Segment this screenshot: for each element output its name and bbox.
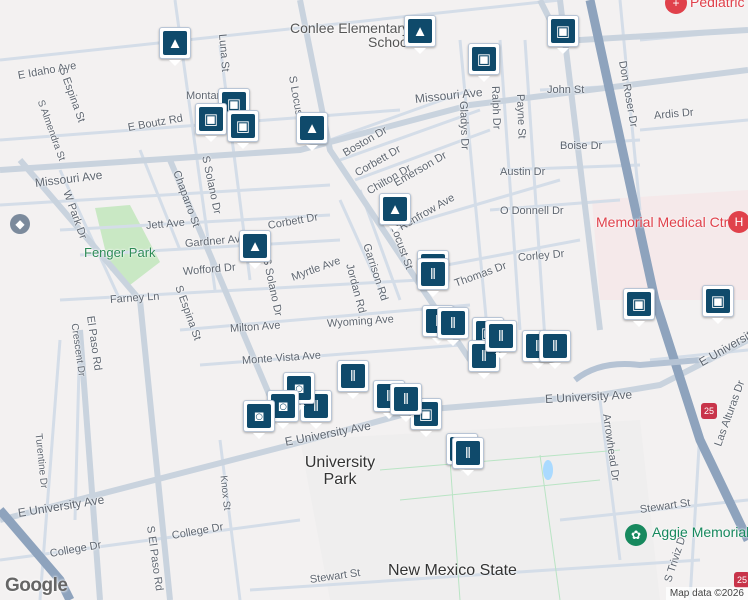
school-marker[interactable]: ▲ xyxy=(296,112,328,151)
restaurant-marker[interactable]: ‖ xyxy=(485,320,517,359)
grocery-marker[interactable]: ▣ xyxy=(195,103,227,142)
shopping-bag-icon: ▣ xyxy=(199,107,223,131)
google-logo[interactable]: Google xyxy=(5,575,68,597)
fenger-park-label[interactable]: Fenger Park xyxy=(84,245,156,260)
interstate-shield-icon: 25 xyxy=(734,572,748,588)
cafe-marker[interactable]: ◙ xyxy=(243,400,275,439)
street-label: Austin Dr xyxy=(500,166,546,178)
nmsu-label: New Mexico State xyxy=(388,562,517,579)
shopping-bag-icon: ▣ xyxy=(706,289,730,313)
fork-knife-icon: ‖ xyxy=(341,364,365,388)
shopping-bag-icon: ▣ xyxy=(231,114,255,138)
graduation-cap-icon: ▲ xyxy=(243,234,267,258)
shopping-bag-icon: ▣ xyxy=(627,292,651,316)
street-label: John St xyxy=(547,84,585,96)
grocery-marker[interactable]: ▣ xyxy=(547,15,579,54)
fork-knife-icon: ‖ xyxy=(489,324,513,348)
grocery-marker[interactable]: ▣ xyxy=(623,288,655,327)
school-marker[interactable]: ▲ xyxy=(404,15,436,54)
coffee-cup-icon: ◙ xyxy=(247,404,271,428)
fork-knife-icon: ‖ xyxy=(456,441,480,465)
street-label: Payne St xyxy=(514,93,528,139)
shopping-bag-icon: ▣ xyxy=(472,47,496,71)
school-marker[interactable]: ▲ xyxy=(159,27,191,66)
interstate-shield-icon: 25 xyxy=(701,403,717,419)
school-marker[interactable]: ▲ xyxy=(379,193,411,232)
fork-knife-icon: ‖ xyxy=(394,387,418,411)
fork-knife-icon: ‖ xyxy=(421,262,445,286)
school-poi-icon[interactable]: ◆ xyxy=(10,214,30,234)
street-label: O Donnell Dr xyxy=(500,205,564,217)
hospital-icon[interactable]: H xyxy=(728,211,748,233)
grocery-marker[interactable]: ▣ xyxy=(468,43,500,82)
graduation-cap-icon: ▲ xyxy=(163,31,187,55)
graduation-cap-icon: ▲ xyxy=(300,116,324,140)
restaurant-marker[interactable]: ‖ xyxy=(452,437,484,476)
aggie-memorial-label[interactable]: Aggie Memorial xyxy=(652,524,748,540)
pond xyxy=(543,460,553,480)
restaurant-marker[interactable]: ‖ xyxy=(437,307,469,346)
memorial-icon[interactable]: ✿ xyxy=(625,524,647,546)
shopping-bag-icon: ▣ xyxy=(551,19,575,43)
street-label: Gladys Dr xyxy=(457,100,471,151)
pediatric-label[interactable]: Pediatric xyxy=(690,0,744,10)
restaurant-marker[interactable]: ‖ xyxy=(539,330,571,369)
graduation-cap-icon: ▲ xyxy=(408,19,432,43)
restaurant-marker[interactable]: ‖ xyxy=(417,258,449,297)
memorial-medical-label[interactable]: Memorial Medical Ctr xyxy=(596,214,728,230)
street-label: Boise Dr xyxy=(560,140,603,152)
restaurant-marker[interactable]: ‖ xyxy=(390,383,422,422)
fork-knife-icon: ‖ xyxy=(543,334,567,358)
school-marker[interactable]: ▲ xyxy=(239,230,271,269)
fork-knife-icon: ‖ xyxy=(441,311,465,335)
university-park-label: University Park xyxy=(304,454,376,488)
grocery-marker[interactable]: ▣ xyxy=(227,110,259,149)
map-attribution[interactable]: Map data ©2026 xyxy=(665,587,748,600)
grocery-marker[interactable]: ▣ xyxy=(702,285,734,324)
street-label: Ralph Dr xyxy=(489,85,503,130)
medical-area xyxy=(592,190,748,300)
restaurant-marker[interactable]: ‖ xyxy=(337,360,369,399)
graduation-cap-icon: ▲ xyxy=(383,197,407,221)
